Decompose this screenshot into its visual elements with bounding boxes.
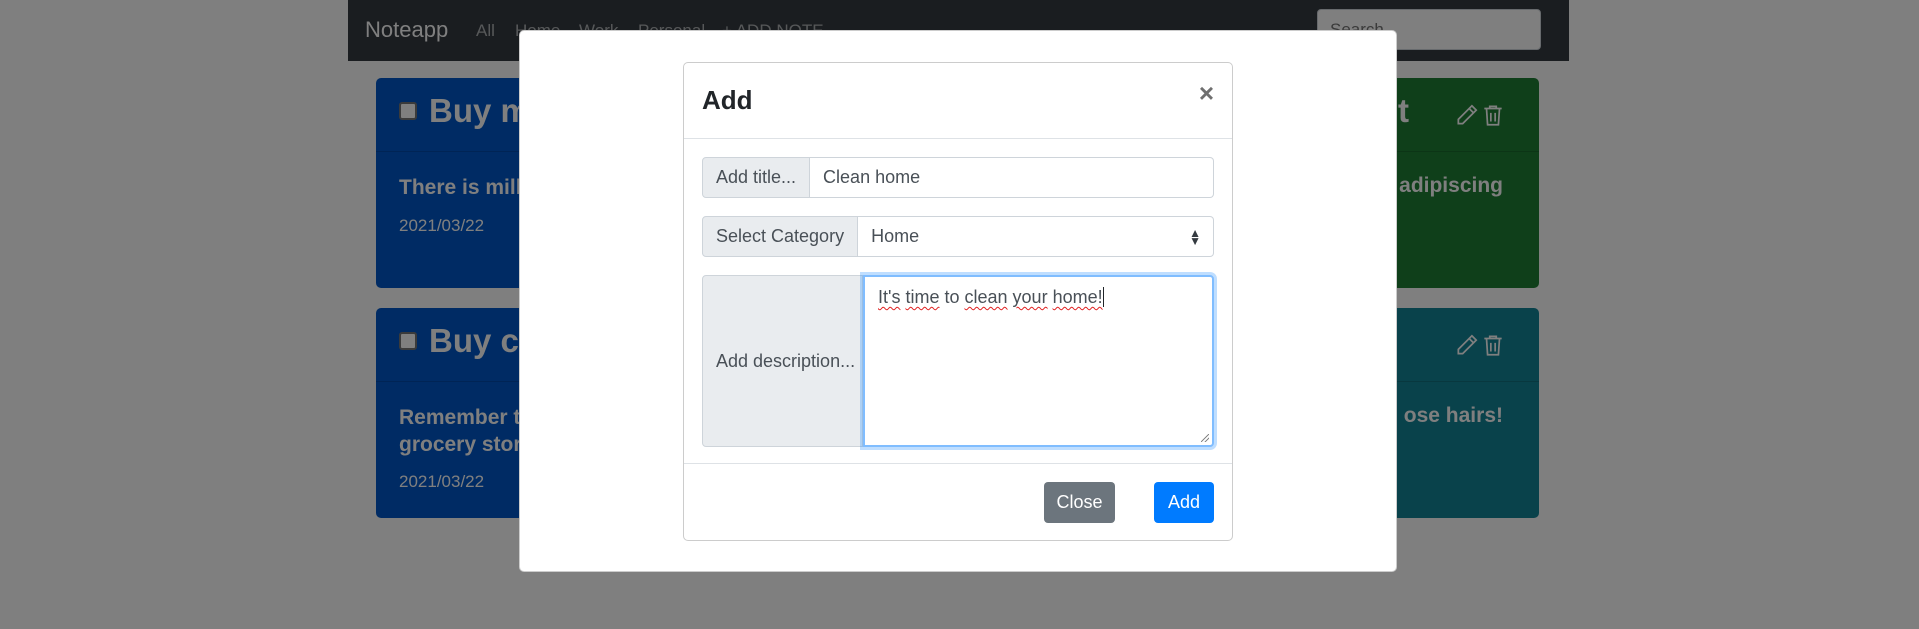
modal-title: Add: [702, 85, 753, 115]
select-caret-icon: ▲ ▼: [1189, 225, 1201, 248]
description-word: clean: [964, 287, 1008, 307]
category-addon-label: Select Category: [702, 216, 859, 257]
close-button[interactable]: Close: [1044, 482, 1115, 523]
description-input-group: Add description... It's time to clean yo…: [702, 275, 1214, 447]
description-word: It's: [878, 287, 901, 307]
category-select[interactable]: Home ▲ ▼: [858, 216, 1214, 257]
text-cursor: [1102, 287, 1104, 307]
description-word: home!: [1052, 287, 1103, 307]
add-button[interactable]: Add: [1154, 482, 1214, 523]
category-select-value: Home: [871, 226, 920, 246]
title-addon-label: Add title...: [702, 157, 811, 198]
category-input-group: Select Category Home ▲ ▼: [702, 216, 1214, 257]
description-textarea[interactable]: It's time to clean your home!: [863, 275, 1214, 447]
resize-grip-icon[interactable]: [1201, 434, 1209, 442]
description-addon-label: Add description...: [702, 275, 863, 447]
description-word: time: [905, 287, 940, 307]
title-input-group: Add title... Clean home: [702, 157, 1214, 198]
add-note-modal: Add × Add title... Clean home Select Cat…: [683, 62, 1233, 541]
modal-header: Add ×: [684, 63, 1232, 139]
description-word: your: [1012, 287, 1048, 307]
modal-footer: Close Add: [684, 463, 1232, 542]
title-input[interactable]: Clean home: [810, 157, 1214, 198]
close-icon[interactable]: ×: [1199, 80, 1214, 106]
description-text: to: [939, 287, 965, 307]
